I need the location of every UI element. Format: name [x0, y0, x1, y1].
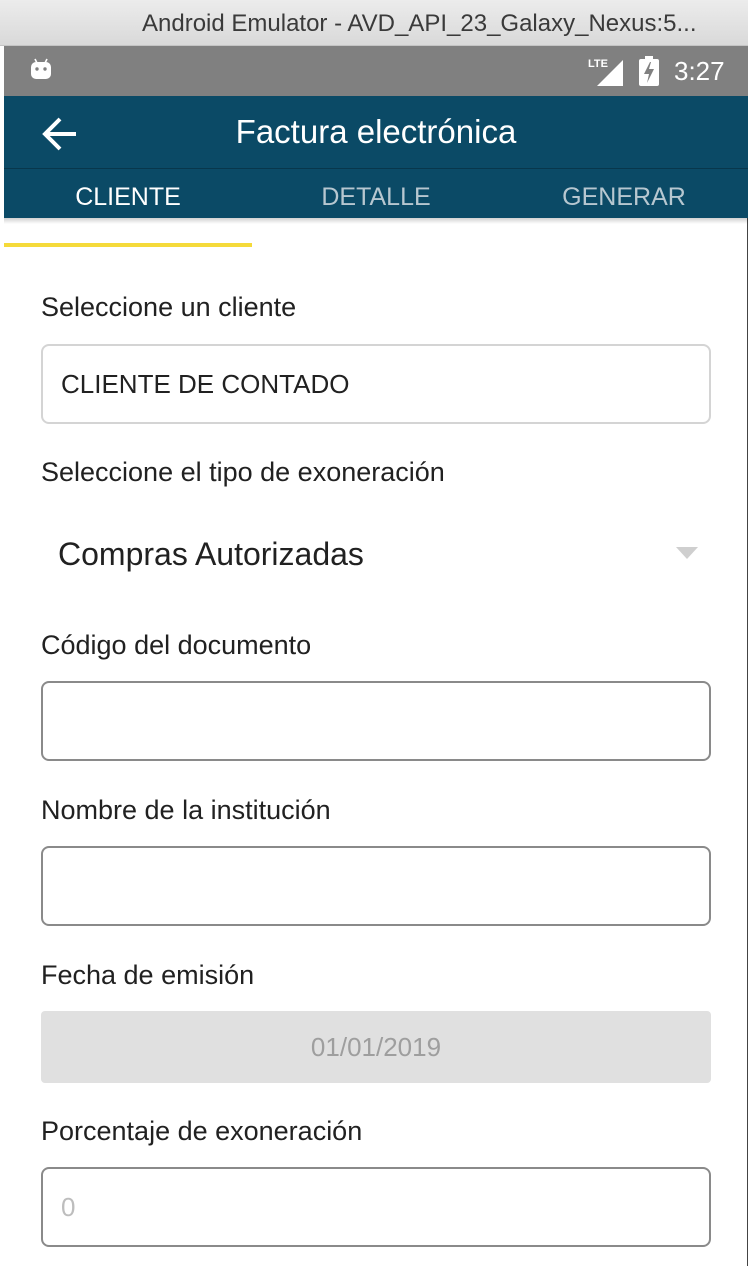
- exoneracion-picker[interactable]: Compras Autorizadas: [58, 534, 364, 574]
- fecha-label: Fecha de emisión: [41, 960, 255, 990]
- page-title: Factura electrónica: [235, 113, 517, 150]
- window-title: Android Emulator - AVD_API_23_Galaxy_Nex…: [142, 10, 697, 37]
- status-time: 3:27: [674, 56, 725, 86]
- tab-cliente[interactable]: CLIENTE: [4, 177, 252, 217]
- android-icon: [31, 58, 51, 79]
- window-titlebar: Android Emulator - AVD_API_23_Galaxy_Nex…: [0, 0, 748, 46]
- tab-indicator: [4, 243, 252, 247]
- codigo-documento-input[interactable]: [41, 681, 711, 761]
- tab-detalle[interactable]: DETALLE: [252, 177, 500, 217]
- cliente-value: CLIENTE DE CONTADO: [61, 369, 350, 399]
- appbar-shadow: [4, 218, 748, 224]
- institucion-label: Nombre de la institución: [41, 795, 331, 825]
- porcentaje-input[interactable]: 0: [41, 1167, 711, 1247]
- cliente-select[interactable]: CLIENTE DE CONTADO: [41, 344, 711, 424]
- fecha-emision-field[interactable]: 01/01/2019: [41, 1011, 711, 1083]
- tab-divider: [4, 168, 748, 169]
- device-screen: LTE 3:27 Factura electrónica CLIENTE DET…: [4, 46, 748, 1266]
- tab-generar[interactable]: GENERAR: [500, 177, 748, 217]
- lte-signal-icon: LTE: [588, 58, 623, 86]
- battery-charging-icon: [639, 56, 659, 86]
- app-bar: Factura electrónica CLIENTE DETALLE GENE…: [4, 96, 748, 218]
- codigo-label: Código del documento: [41, 630, 312, 660]
- exoneracion-label: Seleccione el tipo de exoneración: [41, 457, 445, 487]
- cliente-label: Seleccione un cliente: [41, 292, 297, 322]
- svg-text:LTE: LTE: [588, 58, 608, 70]
- dropdown-arrow-icon[interactable]: [676, 547, 698, 559]
- fecha-value: 01/01/2019: [310, 1032, 442, 1062]
- porcentaje-placeholder: 0: [61, 1192, 76, 1222]
- porcentaje-label: Porcentaje de exoneración: [41, 1116, 363, 1146]
- institucion-input[interactable]: [41, 846, 711, 926]
- status-bar: LTE 3:27: [4, 46, 748, 96]
